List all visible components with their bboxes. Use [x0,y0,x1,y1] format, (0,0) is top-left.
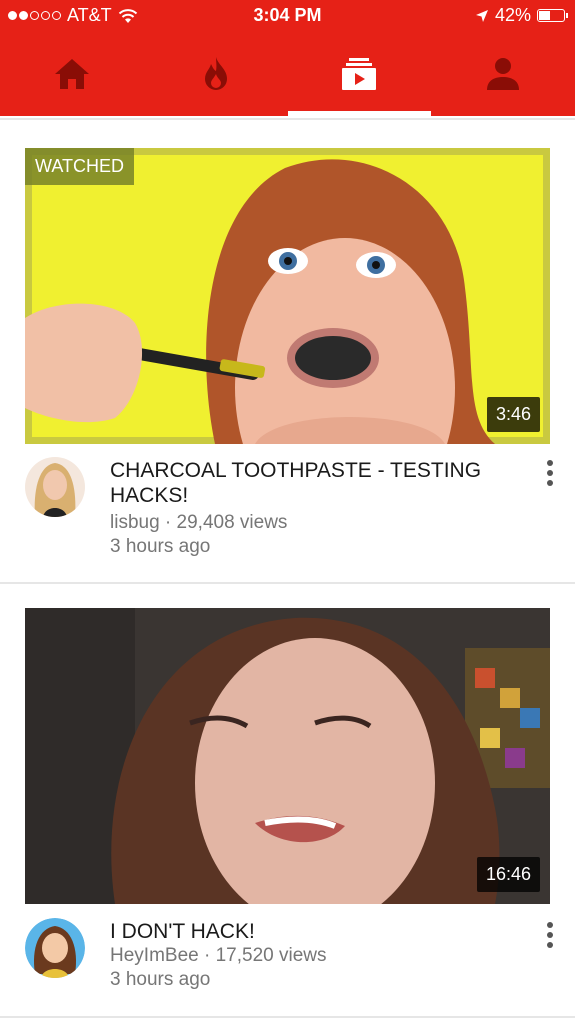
subscriptions-icon [342,58,377,90]
channel-avatar[interactable] [25,918,85,978]
video-title[interactable]: I DON'T HACK! [110,919,510,944]
battery-percent: 42% [494,5,531,25]
card-divider [0,582,575,584]
tab-home[interactable] [0,32,144,116]
channel-avatar[interactable] [25,457,85,517]
tab-bar [0,32,575,116]
video-thumbnail[interactable]: WATCHED 3:46 [25,148,550,444]
header-divider [0,118,575,120]
more-options-icon[interactable] [540,918,560,952]
battery-icon [537,9,568,22]
channel-views: HeyImBee · 17,520 views [110,945,327,966]
video-duration: 3:46 [486,397,540,432]
home-icon [54,59,89,89]
status-right: 42% [475,5,568,26]
avatar-image [25,918,85,978]
card-divider [0,1016,575,1018]
location-arrow-icon [475,9,488,22]
status-bar: AT&T 3:04 PM 42% [0,0,575,32]
channel-views: lisbug · 29,408 views [110,512,288,533]
avatar-image [25,457,85,517]
tab-trending[interactable] [144,32,288,116]
thumbnail-image [25,148,550,444]
tab-subscriptions[interactable] [287,32,432,116]
video-age: 3 hours ago [110,969,211,990]
video-thumbnail[interactable]: 16:46 [25,608,550,904]
video-duration: 16:46 [476,857,540,892]
tab-account[interactable] [431,32,575,116]
flame-icon [204,57,227,90]
video-age: 3 hours ago [110,536,211,557]
more-options-icon[interactable] [540,456,560,490]
thumbnail-image [25,608,550,904]
active-tab-indicator [287,111,432,116]
video-title[interactable]: CHARCOAL TOOTHPASTE - TESTING HACKS! [110,458,510,508]
watched-badge: WATCHED [25,148,134,185]
person-icon [487,58,520,90]
